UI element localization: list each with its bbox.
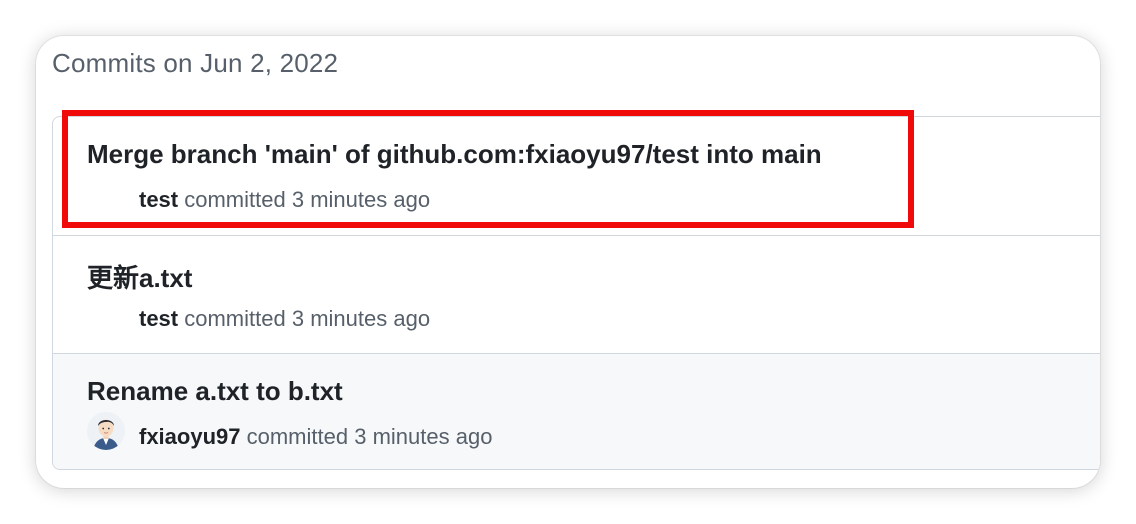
commit-meta: test committed 3 minutes ago [139,187,430,213]
commits-card: Commits on Jun 2, 2022 Merge branch 'mai… [36,36,1100,488]
commit-time[interactable]: 3 minutes ago [292,306,430,331]
commit-author-link[interactable]: test [139,187,178,212]
commit-title-link[interactable]: 更新a.txt [87,258,192,295]
commit-meta: fxiaoyu97 committed 3 minutes ago [139,424,492,450]
commit-action-text: committed [184,187,286,212]
commit-row[interactable]: 更新a.txt test committed 3 minutes ago [53,235,1100,351]
commit-group-date-header: Commits on Jun 2, 2022 [52,48,339,78]
commit-title-link[interactable]: Merge branch 'main' of github.com:fxiaoy… [87,139,822,170]
commit-action-text: committed [246,424,349,449]
commit-title-link[interactable]: Rename a.txt to b.txt [87,376,343,407]
commit-list: Merge branch 'main' of github.com:fxiaoy… [52,116,1100,470]
person-avatar-icon[interactable] [87,412,125,450]
commit-time[interactable]: 3 minutes ago [354,424,492,449]
commit-row[interactable]: Rename a.txt to b.txt fxiaoyu97 committe… [53,353,1100,469]
commit-meta: test committed 3 minutes ago [139,306,430,332]
commit-author-link[interactable]: test [139,306,178,331]
commit-action-text: committed [184,306,286,331]
commit-time[interactable]: 3 minutes ago [292,187,430,212]
commit-row[interactable]: Merge branch 'main' of github.com:fxiaoy… [53,117,1100,233]
commit-author-link[interactable]: fxiaoyu97 [139,424,241,449]
